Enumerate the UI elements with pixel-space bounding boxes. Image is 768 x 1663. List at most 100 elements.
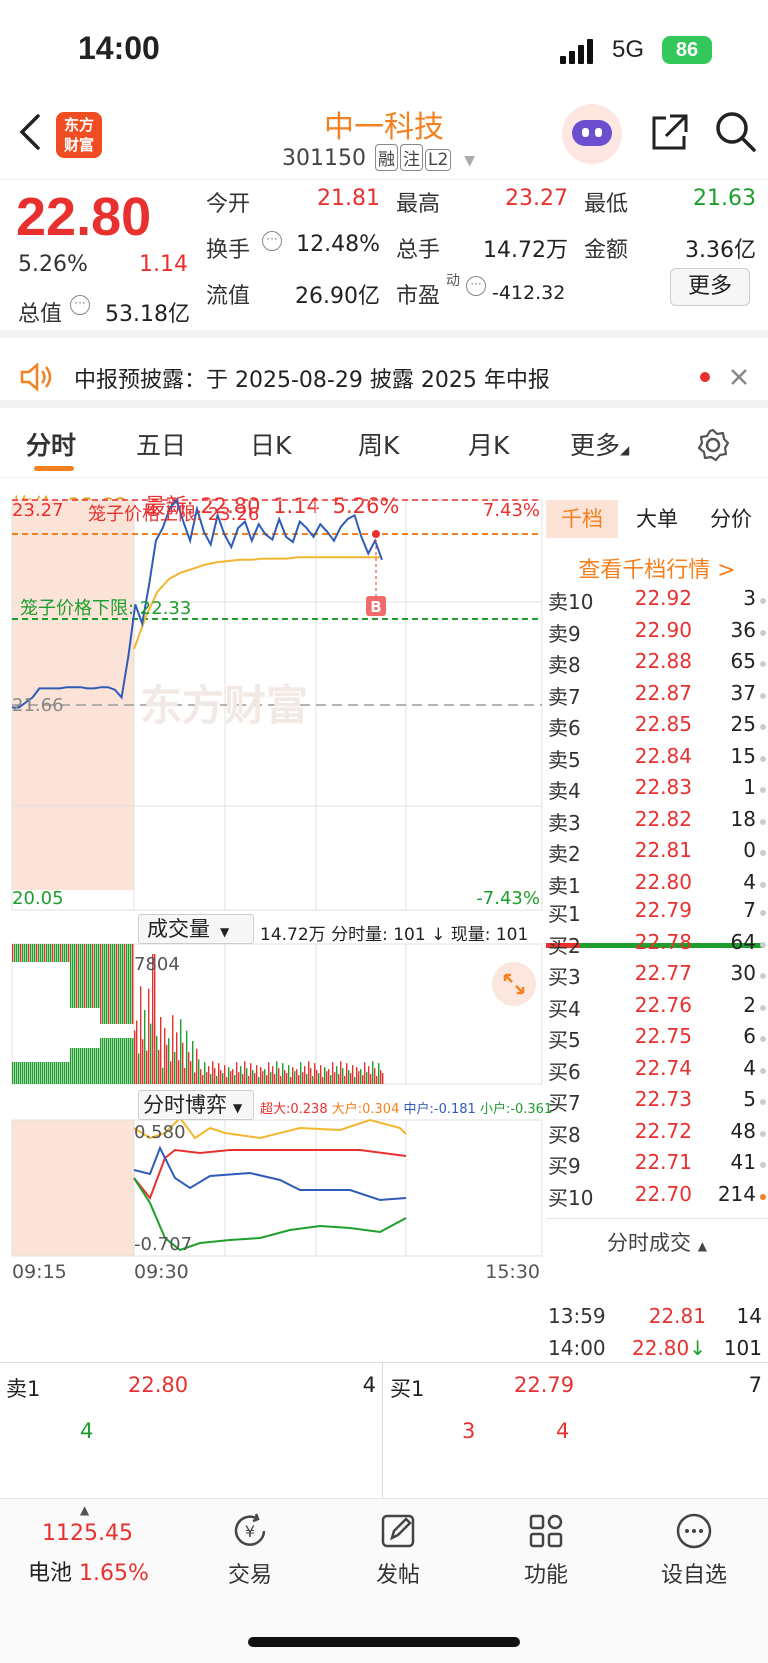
volume-bar <box>194 1072 196 1084</box>
axis-bottom-pct: -7.43% <box>476 888 540 909</box>
volume-indicator-select[interactable]: 成交量 ▼ <box>138 914 254 944</box>
asks-row[interactable]: 卖4 22.83 1 <box>546 775 768 805</box>
bids-row[interactable]: 买3 22.77 30 <box>546 961 768 991</box>
tab-daily-k[interactable]: 日K <box>250 426 291 462</box>
asks-row[interactable]: 卖3 22.82 18 <box>546 807 768 837</box>
tab-more[interactable]: 更多◢ <box>570 426 629 462</box>
asks-row[interactable]: 卖8 22.88 65 <box>546 649 768 679</box>
volume-bar <box>124 944 126 1024</box>
volume-bar <box>84 944 86 1008</box>
trade-button[interactable]: ¥ 交易 <box>190 1511 310 1589</box>
bids-row[interactable]: 买6 22.74 4 <box>546 1056 768 1086</box>
bids-row[interactable]: 买5 22.75 6 <box>546 1024 768 1054</box>
post-button[interactable]: 发帖 <box>338 1511 458 1589</box>
info-icon[interactable]: ··· <box>70 295 90 315</box>
tab-large-orders[interactable]: 大单 <box>624 500 690 538</box>
queue-ask-label: 卖1 <box>6 1377 41 1401</box>
volume-bar <box>64 944 66 962</box>
bids-row[interactable]: 买8 22.72 48 <box>546 1119 768 1149</box>
volume-label: 总手 <box>396 238 441 263</box>
volume-bar <box>72 944 74 1008</box>
tab-weekly-k[interactable]: 周K <box>358 426 399 462</box>
volume-total: 14.72万 <box>260 925 326 945</box>
volume-bar <box>374 1068 376 1084</box>
volume-bar <box>20 944 22 962</box>
tab-monthly-k[interactable]: 月K <box>468 426 509 462</box>
asks-row[interactable]: 卖9 22.90 36 <box>546 618 768 648</box>
queue-bid-price: 22.79 <box>514 1373 575 1397</box>
tab-indicator <box>34 466 74 471</box>
volume-bar <box>114 1038 116 1084</box>
bids-level-label: 买10 <box>548 1185 594 1210</box>
bids-row[interactable]: 买7 22.73 5 <box>546 1087 768 1117</box>
volume-bar <box>126 1038 128 1084</box>
volume-bar <box>32 1062 34 1084</box>
tab-intraday[interactable]: 分时 <box>26 426 76 462</box>
legend-xl: 超大:0.238 <box>260 1102 328 1117</box>
asks-price: 22.81 <box>634 838 692 862</box>
volume-bar <box>178 1060 180 1084</box>
bids-price: 22.70 <box>634 1181 692 1206</box>
sector-index-value[interactable]: 1125.45 <box>42 1521 133 1546</box>
tick-header[interactable]: 分时成交 ▲ <box>546 1218 768 1257</box>
volume-bar <box>258 1077 260 1084</box>
view-level-book-link[interactable]: 查看千档行情 > <box>546 552 768 584</box>
volume-bar <box>108 944 110 1024</box>
asks-row[interactable]: 卖7 22.87 37 <box>546 681 768 711</box>
tab-level-book[interactable]: 千档 <box>546 500 618 538</box>
share-icon[interactable] <box>648 112 690 154</box>
asks-level-label: 卖9 <box>548 621 581 646</box>
sector-pct: 1.65% <box>79 1561 149 1586</box>
bids-row[interactable]: 买1 22.79 7 <box>546 898 768 928</box>
volume-bar <box>34 944 36 962</box>
volume-bar <box>202 1075 204 1084</box>
sector-index[interactable]: 电池 1.65% <box>28 1555 149 1587</box>
settings-gear-icon[interactable] <box>696 428 730 462</box>
bids-row[interactable]: 买10 22.70 214 <box>546 1182 768 1212</box>
volume-bar <box>200 1069 202 1084</box>
bids-price: 22.74 <box>634 1055 692 1080</box>
function-button[interactable]: 功能 <box>486 1511 606 1589</box>
volume-bar <box>320 1065 322 1084</box>
asks-row[interactable]: 卖6 22.85 25 <box>546 712 768 742</box>
bids-row[interactable]: 买4 22.76 2 <box>546 993 768 1023</box>
asks-row[interactable]: 卖1 22.80 4 <box>546 870 768 900</box>
robot-assistant-icon[interactable] <box>562 104 622 164</box>
info-icon[interactable]: ··· <box>262 231 282 251</box>
bids-row[interactable]: 买2 22.78 64 <box>546 930 768 960</box>
queue-ask-order: 4 <box>80 1419 94 1443</box>
asks-row[interactable]: 卖10 22.92 3 <box>546 586 768 616</box>
queue-bid-label: 买1 <box>390 1377 425 1401</box>
volume-bar <box>64 1062 66 1084</box>
indicator-dot-icon <box>760 850 766 856</box>
edit-icon <box>381 1514 415 1548</box>
price-chart[interactable]: 东方财富 B 23.27 7.43% 笼子价格上限: 23.26 笼子价格下限:… <box>0 478 546 1338</box>
info-icon[interactable]: ··· <box>466 276 486 296</box>
function-label: 功能 <box>523 1563 568 1588</box>
asks-row[interactable]: 卖5 22.84 15 <box>546 744 768 774</box>
volume-bar <box>108 1038 110 1084</box>
more-button[interactable]: 更多 <box>670 268 750 306</box>
grid-icon <box>529 1514 563 1548</box>
add-watchlist-button[interactable]: 设自选 <box>634 1511 754 1589</box>
bids-row[interactable]: 买9 22.71 41 <box>546 1150 768 1180</box>
game-indicator-select[interactable]: 分时博弈 ▼ <box>138 1090 254 1120</box>
time-axis-close: 15:30 <box>485 1261 540 1283</box>
tab-price-distribution[interactable]: 分价 <box>696 500 766 538</box>
search-icon[interactable] <box>714 110 758 154</box>
asks-price: 22.92 <box>634 586 692 610</box>
close-icon[interactable] <box>730 368 748 386</box>
expand-icon[interactable] <box>492 962 536 1006</box>
game-line-large <box>133 1148 407 1200</box>
volume-bar <box>136 1020 138 1084</box>
stock-code-row[interactable]: 301150 融注 L2 ▼ <box>282 144 475 171</box>
volume-bar <box>224 1065 226 1084</box>
tab-five-day[interactable]: 五日 <box>136 426 186 462</box>
volume-bar <box>128 944 130 1024</box>
notice-bar[interactable]: 中报预披露：于 2025-08-29 披露 2025 年中报 <box>0 346 768 408</box>
asks-volume: 15 <box>730 743 756 768</box>
indicator-dot-icon <box>760 1130 766 1137</box>
asks-row[interactable]: 卖2 22.81 0 <box>546 838 768 868</box>
volume-bar <box>60 1062 62 1084</box>
volume-bar <box>338 1074 340 1084</box>
